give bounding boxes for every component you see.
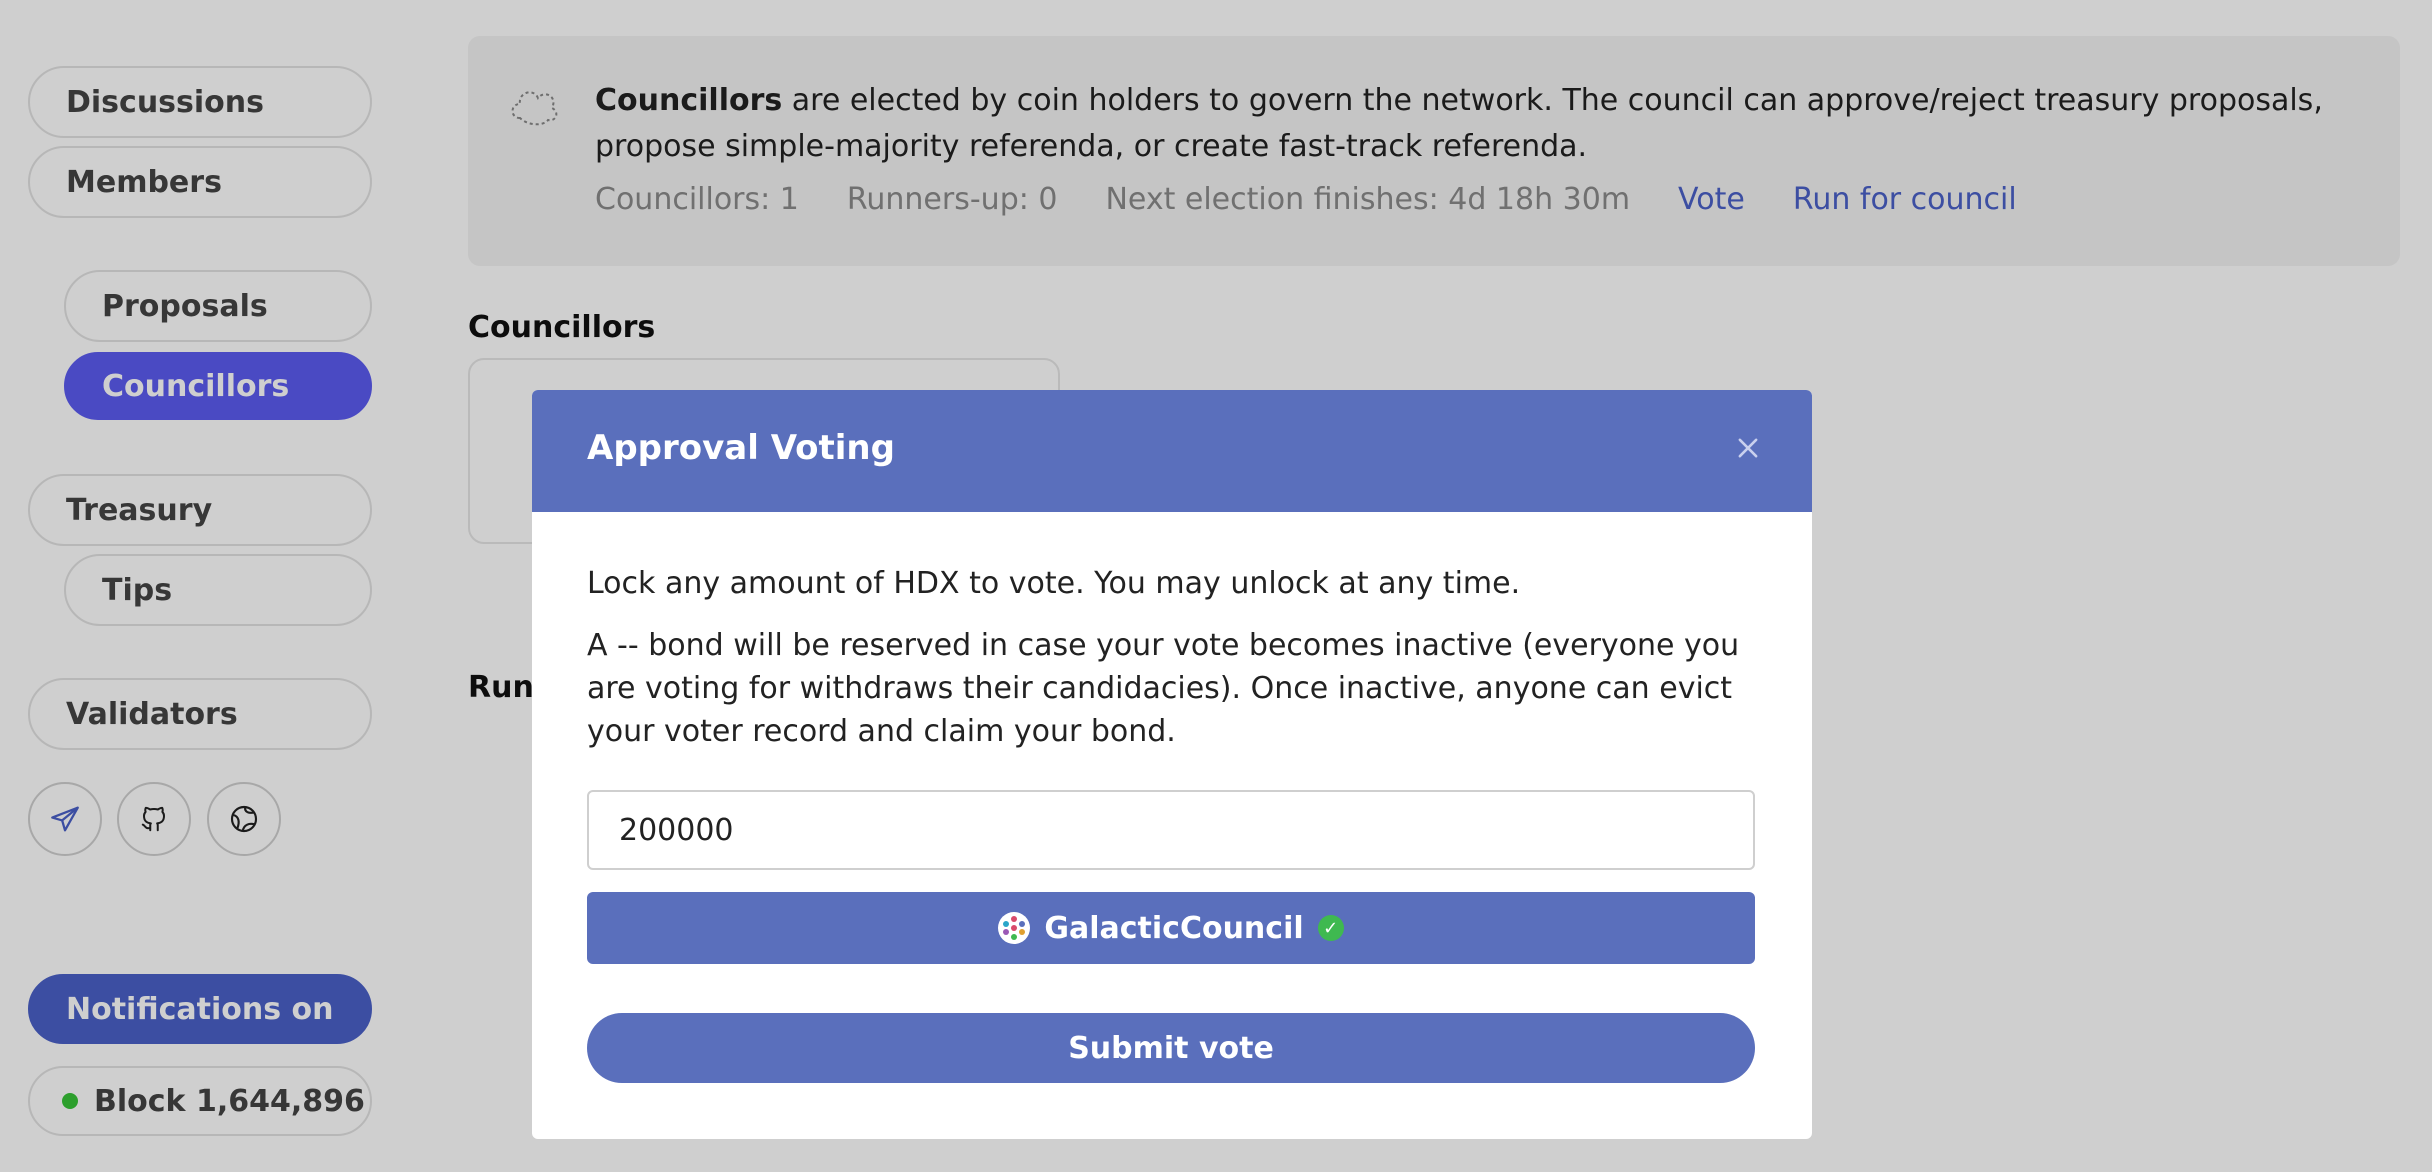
bond-notice-text: A -- bond will be reserved in case your … (587, 628, 1740, 749)
candidate-option[interactable]: GalacticCouncil ✓ (587, 892, 1755, 964)
vote-amount-input[interactable] (587, 790, 1755, 870)
close-icon[interactable] (1734, 434, 1762, 462)
vote-intro-text: Lock any amount of HDX to vote. You may … (587, 566, 1521, 601)
modal-header: Approval Voting (532, 390, 1812, 512)
identicon-icon (1003, 916, 1026, 940)
candidate-avatar (998, 912, 1031, 944)
verified-check-icon: ✓ (1317, 915, 1344, 941)
approval-voting-modal: Approval Voting Lock any amount of HDX t… (532, 390, 1812, 1139)
submit-vote-button[interactable]: Submit vote (587, 1013, 1755, 1083)
modal-title: Approval Voting (587, 428, 895, 468)
candidate-name: GalacticCouncil (1044, 910, 1304, 946)
